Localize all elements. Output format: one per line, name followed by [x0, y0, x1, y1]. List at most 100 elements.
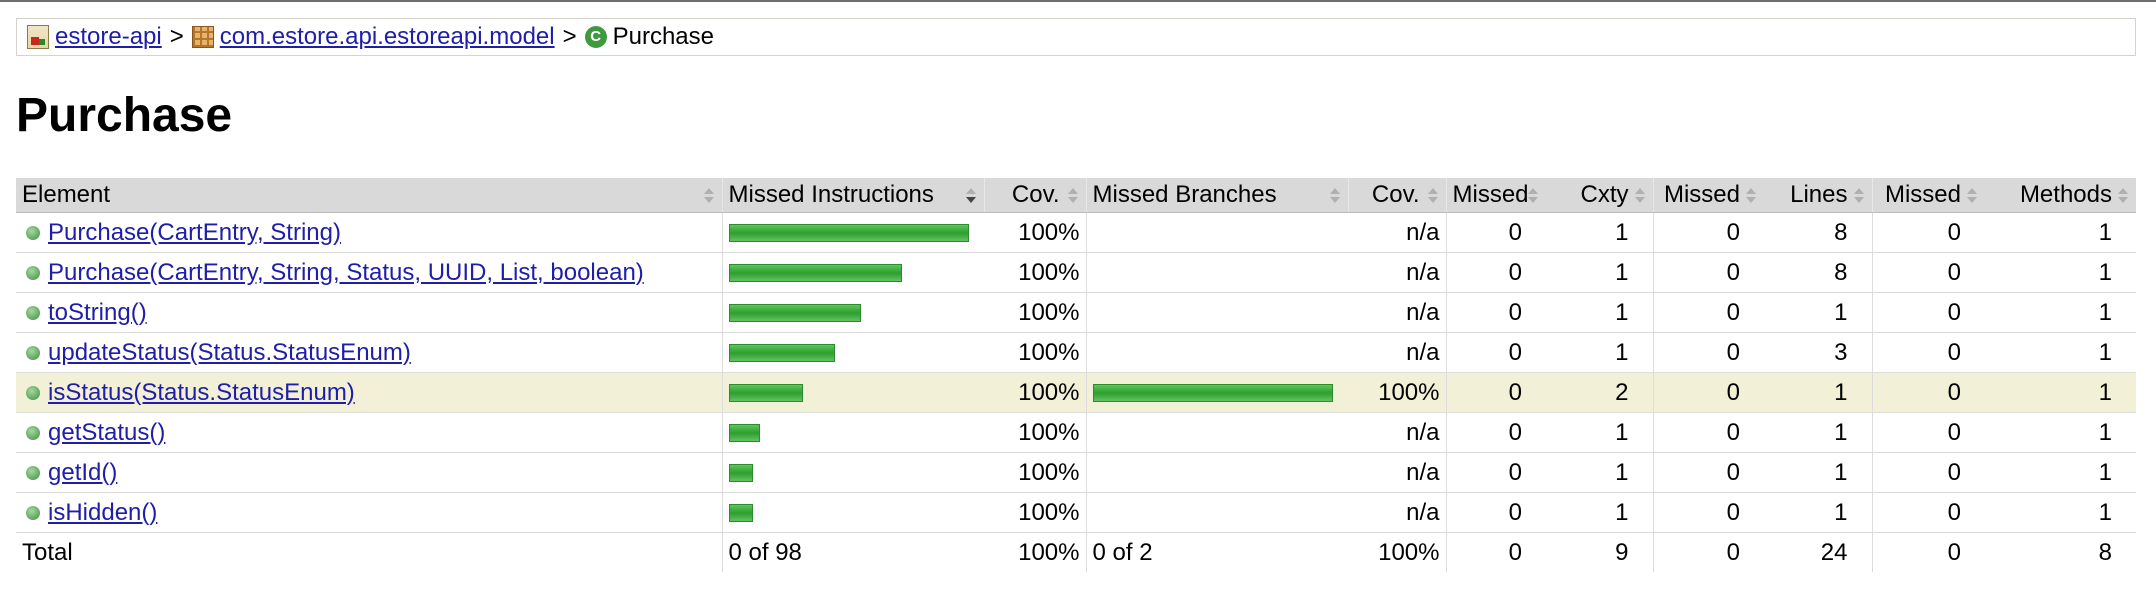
missed-methods-cell: 0: [1871, 332, 1985, 373]
breadcrumb-current: Purchase: [612, 23, 714, 50]
cov-instructions-cell: 100%: [984, 492, 1086, 533]
missed-methods-cell: 0: [1871, 452, 1985, 493]
method-link[interactable]: getStatus(): [48, 419, 165, 446]
sort-icon: [1634, 186, 1645, 206]
element-cell: getStatus(): [16, 412, 722, 453]
method-icon: [26, 226, 40, 241]
method-link[interactable]: Purchase(CartEntry, String, Status, UUID…: [48, 259, 644, 286]
table-header-row: Element Missed Instructions Cov. Missed …: [16, 178, 2136, 213]
total-lines: 24: [1820, 538, 1848, 566]
element-cell: toString(): [16, 292, 722, 333]
cov-instructions-cell: 100%: [984, 252, 1086, 293]
cov-branches-cell: n/a: [1348, 332, 1446, 373]
instruction-coverage-bar: [728, 464, 753, 483]
missed-branches-cell: [1085, 412, 1348, 453]
missed-branches-cell: [1085, 332, 1348, 373]
header-missed-cxty[interactable]: Missed: [1445, 178, 1546, 213]
header-element[interactable]: Element: [16, 178, 722, 213]
missed-lines-cell: 0: [1652, 492, 1764, 533]
missed-lines-cell: 0: [1652, 212, 1764, 253]
cxty-cell: 1: [1546, 252, 1653, 293]
missed-instructions-cell: [721, 332, 984, 373]
method-link[interactable]: updateStatus(Status.StatusEnum): [48, 339, 411, 366]
cov-branches-cell: n/a: [1348, 492, 1446, 533]
instruction-coverage-bar: [728, 504, 753, 523]
missed-cxty-cell: 0: [1445, 452, 1546, 493]
cov-instructions-cell: 100%: [984, 372, 1086, 413]
method-link[interactable]: isHidden(): [48, 499, 157, 526]
header-cov-instructions[interactable]: Cov.: [983, 178, 1086, 213]
missed-instructions-cell: [721, 252, 984, 293]
missed-cxty-cell: 0: [1445, 372, 1546, 413]
breadcrumb: estore-api > com.estore.api.estoreapi.mo…: [16, 18, 2136, 56]
missed-branches-cell: [1085, 492, 1348, 533]
sort-icon: [1967, 186, 1977, 206]
missed-methods-cell: 0: [1871, 372, 1985, 413]
missed-lines-cell: 0: [1652, 372, 1764, 413]
sort-icon: [1746, 186, 1756, 206]
missed-instructions-cell: [721, 492, 984, 533]
instruction-coverage-bar: [728, 344, 835, 363]
method-icon: [26, 266, 40, 281]
breadcrumb-project-link[interactable]: estore-api: [55, 23, 162, 51]
lines-cell: 1: [1764, 292, 1872, 333]
sort-icon: [1853, 186, 1864, 206]
total-row: Total 0 of 98 100% 0 of 2 100% 0 9 0 24 …: [16, 532, 2136, 572]
methods-cell: 1: [1985, 252, 2136, 293]
sort-icon: [1067, 186, 1078, 206]
method-icon: [26, 506, 40, 521]
methods-cell: 1: [1985, 412, 2136, 453]
lines-cell: 1: [1764, 492, 1872, 533]
missed-branches-cell: [1085, 212, 1348, 253]
method-link[interactable]: isStatus(Status.StatusEnum): [48, 379, 355, 406]
methods-cell: 1: [1985, 292, 2136, 333]
total-missed-lines: 0: [1652, 532, 1764, 572]
header-missed-instructions[interactable]: Missed Instructions: [721, 178, 984, 213]
methods-cell: 1: [1985, 332, 2136, 373]
method-link[interactable]: toString(): [48, 299, 147, 326]
header-missed-methods[interactable]: Missed: [1871, 178, 1985, 213]
sort-icon: [1528, 186, 1538, 206]
cov-instructions-cell: 100%: [984, 452, 1086, 493]
header-cov-branches[interactable]: Cov.: [1347, 178, 1446, 213]
header-missed-branches[interactable]: Missed Branches: [1085, 178, 1348, 213]
missed-lines-cell: 0: [1652, 252, 1764, 293]
header-cxty[interactable]: Cxty: [1546, 178, 1653, 213]
total-label: Total: [22, 538, 73, 566]
lines-cell: 3: [1764, 332, 1872, 373]
table-row: updateStatus(Status.StatusEnum) 100% n/a 0 1…: [16, 332, 2136, 373]
method-icon: [26, 466, 40, 481]
method-link[interactable]: getId(): [48, 459, 117, 486]
method-link[interactable]: Purchase(CartEntry, String): [48, 219, 341, 246]
missed-methods-cell: 0: [1871, 412, 1985, 453]
lines-cell: 8: [1764, 212, 1872, 253]
missed-methods-cell: 0: [1871, 492, 1985, 533]
cov-branches-cell: 100%: [1348, 372, 1446, 413]
sort-icon: [1329, 186, 1340, 206]
table-row: Purchase(CartEntry, String) 100% n/a 0 1 0 8 0 1: [16, 212, 2136, 253]
missed-methods-cell: 0: [1871, 252, 1985, 293]
instruction-coverage-bar: [728, 304, 861, 323]
header-lines[interactable]: Lines: [1764, 178, 1872, 213]
class-icon: C: [584, 26, 607, 48]
missed-instructions-cell: [721, 372, 984, 413]
header-methods[interactable]: Methods: [1985, 178, 2136, 213]
cov-branches-cell: n/a: [1348, 412, 1446, 453]
header-missed-lines[interactable]: Missed: [1652, 178, 1764, 213]
top-border: [0, 0, 2156, 2]
breadcrumb-package-link[interactable]: com.estore.api.estoreapi.model: [220, 23, 555, 51]
missed-cxty-cell: 0: [1445, 292, 1546, 333]
missed-cxty-cell: 0: [1445, 252, 1546, 293]
sort-desc-icon: [965, 186, 976, 206]
missed-lines-cell: 0: [1652, 412, 1764, 453]
coverage-table: Element Missed Instructions Cov. Missed …: [16, 178, 2136, 572]
missed-branches-cell: [1085, 292, 1348, 333]
element-cell: Purchase(CartEntry, String, Status, UUID…: [16, 252, 722, 293]
instruction-coverage-bar: [728, 264, 902, 283]
missed-branches-cell: [1085, 452, 1348, 493]
element-cell: isStatus(Status.StatusEnum): [16, 372, 722, 413]
page-title: Purchase: [16, 89, 233, 142]
cov-branches-cell: n/a: [1348, 452, 1446, 493]
table-row: toString() 100% n/a 0 1 0 1 0 1: [16, 292, 2136, 333]
cov-branches-cell: n/a: [1348, 212, 1446, 253]
